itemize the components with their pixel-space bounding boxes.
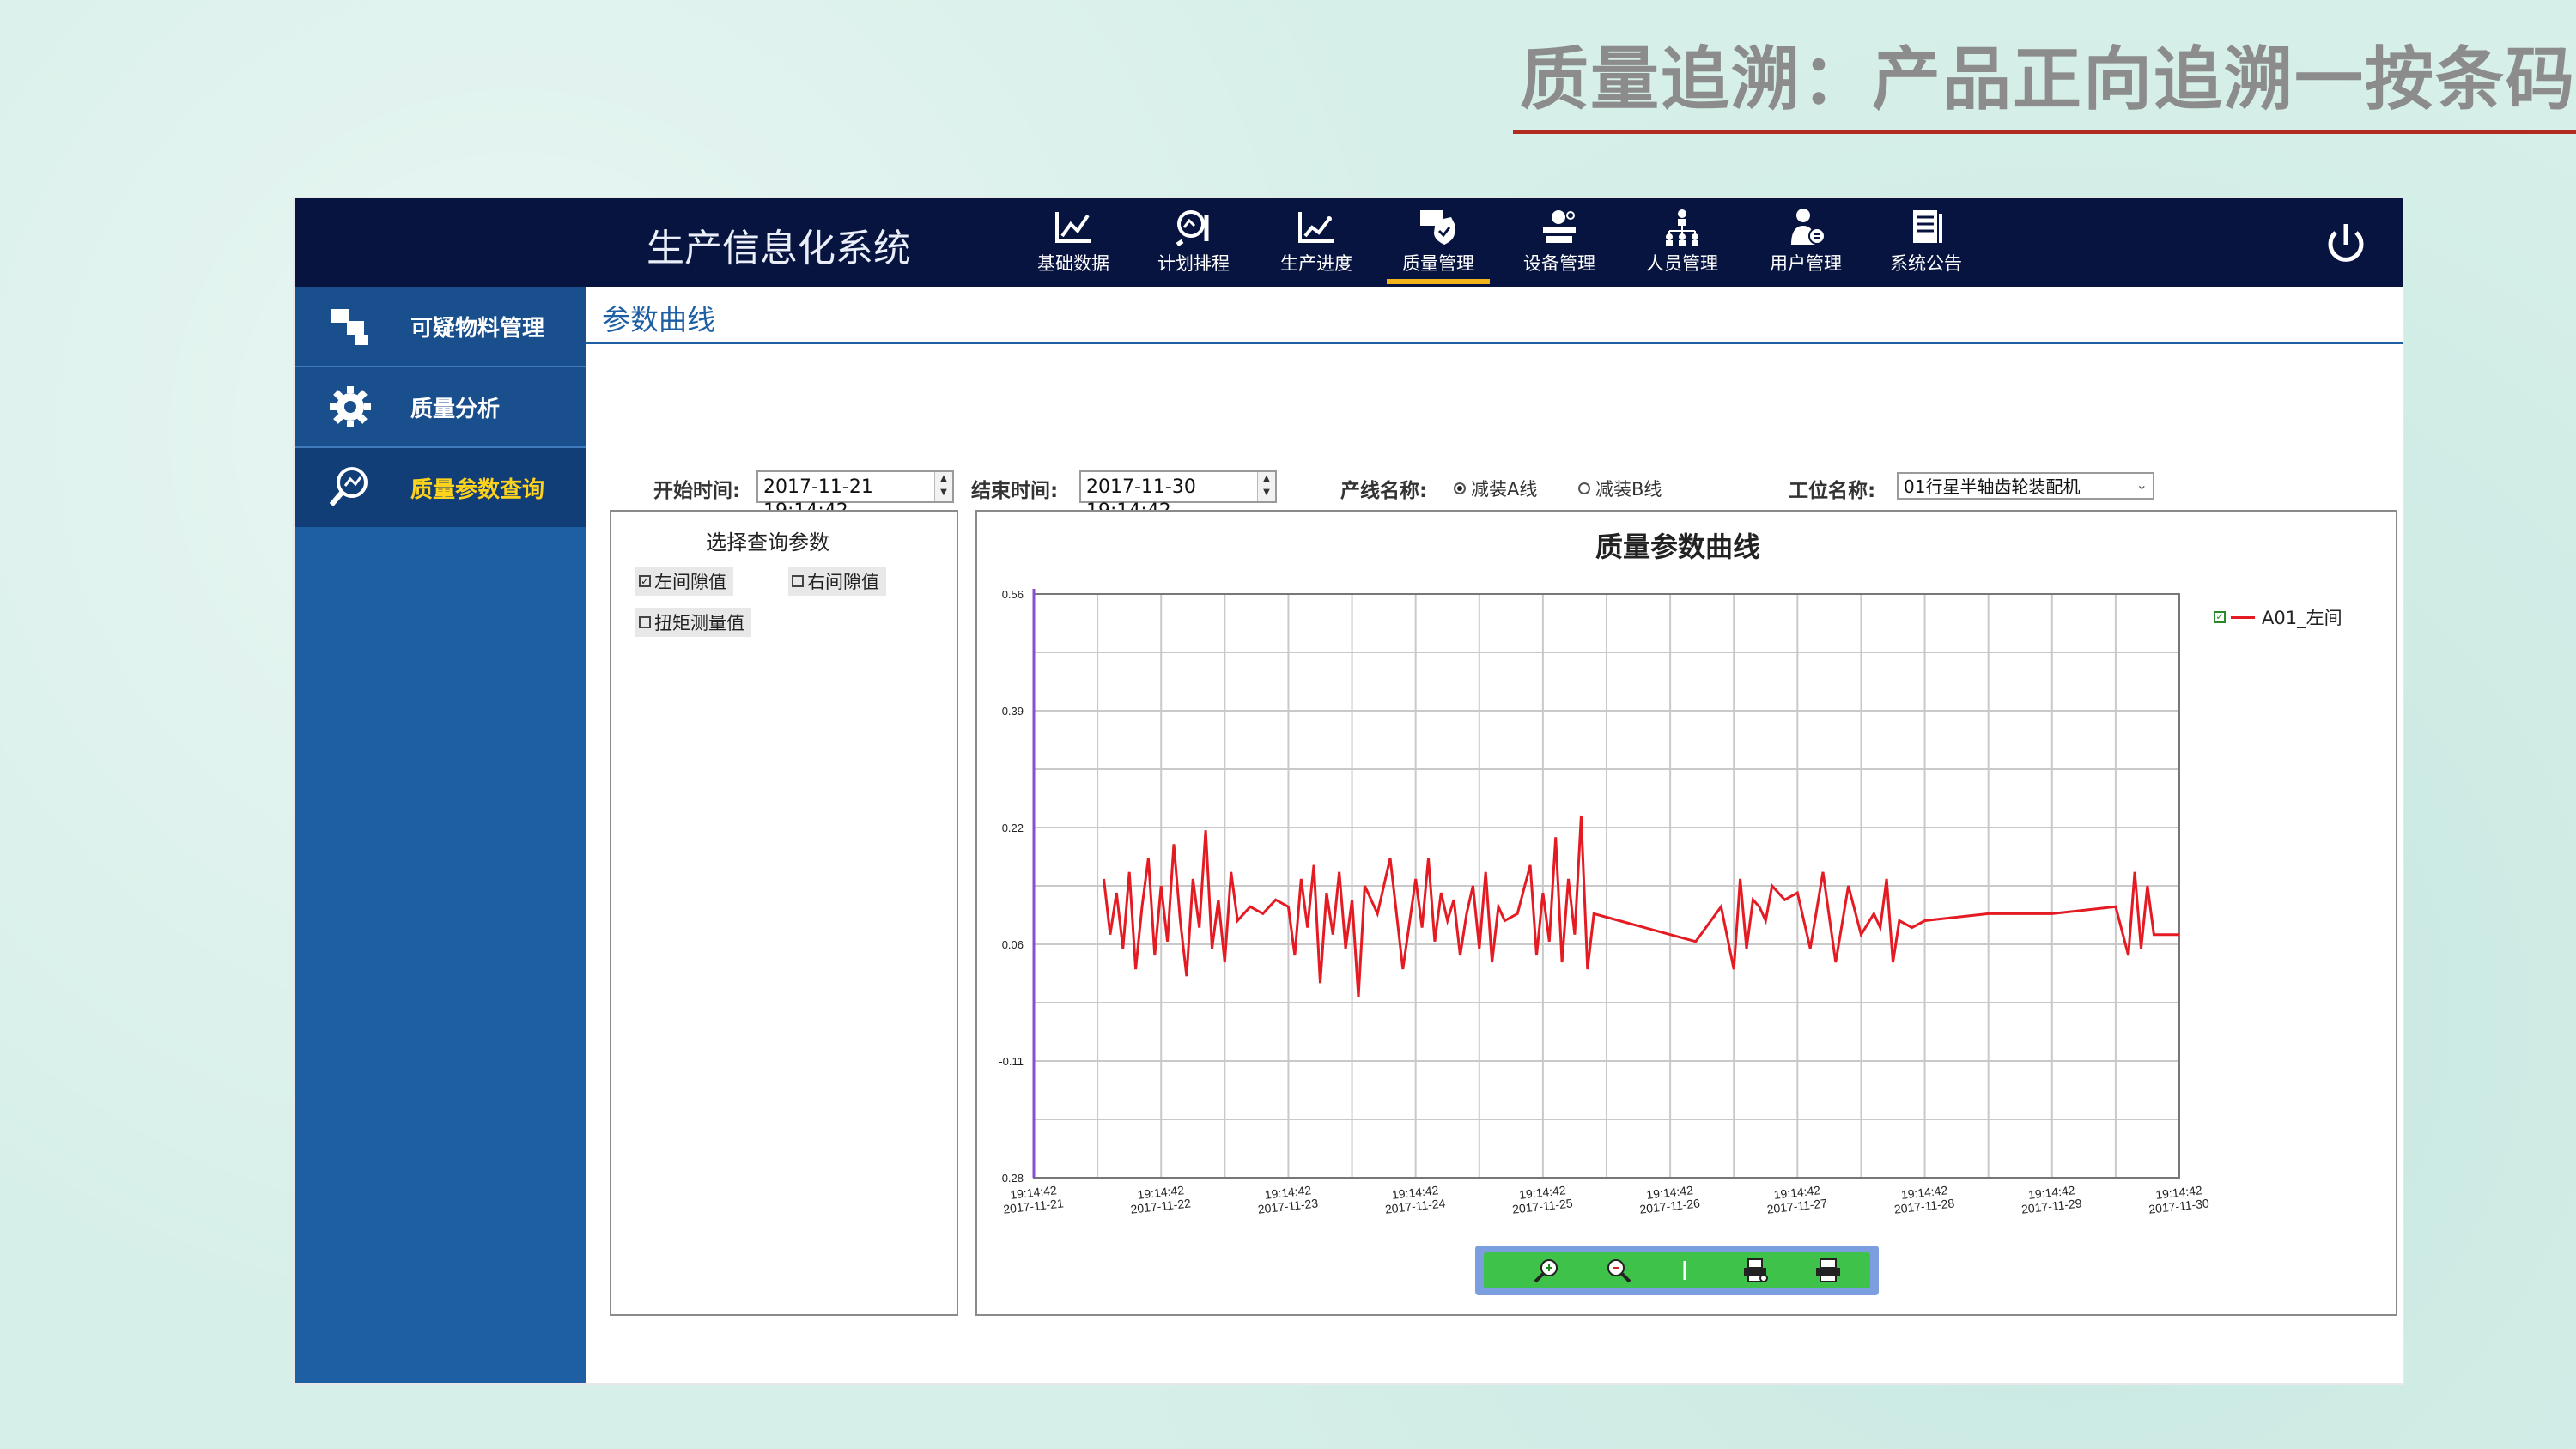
print-icon[interactable] <box>1814 1258 1843 1283</box>
slide-title: 质量追溯：产品正向追溯一按条码 <box>1520 39 2576 119</box>
torque-checkbox[interactable]: 扭矩测量值 <box>635 608 751 637</box>
start-time-label: 开始时间: <box>653 480 741 502</box>
line-name-label: 产线名称: <box>1340 480 1428 502</box>
nav-item-equipment[interactable]: 设备管理 <box>1508 207 1611 284</box>
sidebar-item-quality-analysis[interactable]: 质量分析 <box>295 367 586 446</box>
checkbox-checked: ✓ <box>639 575 651 587</box>
sidebar: 可疑物料管理 质量分析 质量参数查询 <box>295 287 586 1383</box>
line-chart-icon <box>1055 212 1091 243</box>
line-b-label: 减装B线 <box>1595 479 1662 500</box>
user-icon <box>1791 209 1826 245</box>
checkbox-label: 左间隙值 <box>654 572 726 592</box>
checkbox-label: 右间隙值 <box>807 572 879 592</box>
app-window: 生产信息化系统 基础数据 计划排程 生产进度 质量管理 设备管理 人员管理 用户… <box>295 198 2403 1383</box>
quality-line-chart: 0.560.390.220.06-0.11-0.2819:14:422017-1… <box>998 588 2209 1216</box>
start-time-input[interactable]: 2017-11-21 19:14:42 ▲▼ <box>756 470 954 522</box>
nav-label: 基础数据 <box>1037 253 1109 274</box>
progress-chart-icon <box>1298 212 1334 243</box>
radio-indicator <box>1578 482 1590 494</box>
tab-underline <box>586 342 2403 344</box>
y-tick-label: 0.56 <box>1002 588 1024 601</box>
station-select[interactable]: 01行星半轴齿轮装配机 ⌄ <box>1897 472 2154 500</box>
param-selector-title: 选择查询参数 <box>706 530 829 555</box>
chevron-down-icon: ⌄ <box>2136 476 2148 493</box>
line-a-label: 减装A线 <box>1471 479 1538 500</box>
notice-icon <box>1913 210 1942 243</box>
nav-item-basic-data[interactable]: 基础数据 <box>1022 207 1125 284</box>
quality-shield-icon <box>1420 210 1455 245</box>
nav-item-users[interactable]: 用户管理 <box>1754 207 1857 284</box>
app-title: 生产信息化系统 <box>647 227 911 270</box>
end-time-spinner[interactable]: ▲ ▼ <box>1257 472 1275 501</box>
equipment-icon <box>1543 210 1576 243</box>
nav-item-quality[interactable]: 质量管理 <box>1387 207 1490 284</box>
nav-item-planning[interactable]: 计划排程 <box>1142 207 1245 284</box>
top-navigation-bar: 生产信息化系统 基础数据 计划排程 生产进度 质量管理 设备管理 人员管理 用户… <box>295 198 2403 287</box>
chart-toolbar-inner <box>1484 1252 1870 1288</box>
right-gap-checkbox[interactable]: 右间隙值 <box>788 567 886 596</box>
sidebar-item-label: 质量参数查询 <box>410 476 545 503</box>
param-selector-panel: 选择查询参数 ✓ 左间隙值 右间隙值 扭矩测量值 <box>610 510 958 1316</box>
zoom-out-icon[interactable] <box>1604 1258 1633 1283</box>
left-gap-checkbox[interactable]: ✓ 左间隙值 <box>635 567 733 596</box>
legend-label: A01_左间 <box>2262 608 2342 628</box>
start-time-spinner[interactable]: ▲ ▼ <box>934 472 952 501</box>
checkbox-unchecked <box>792 575 804 587</box>
sidebar-item-label: 质量分析 <box>410 396 501 422</box>
tab-parameter-curve[interactable]: 参数曲线 <box>602 297 715 338</box>
chart-panel: 质量参数曲线 0.56 0.39 0.22 0.06 -0.11 -0.28 19:14:4… <box>975 510 2397 1316</box>
chart-toolbar <box>1475 1246 1879 1295</box>
radio-selected-indicator <box>1454 482 1466 494</box>
nav-label: 用户管理 <box>1770 253 1842 274</box>
legend-checkbox: ✓ <box>2214 611 2226 623</box>
nav-item-notices[interactable]: 系统公告 <box>1874 207 1978 284</box>
chart-legend[interactable]: ✓ A01_左间 <box>2214 604 2342 630</box>
nav-item-personnel[interactable]: 人员管理 <box>1631 207 1734 284</box>
zoom-in-icon[interactable] <box>1532 1258 1561 1283</box>
station-name-label: 工位名称: <box>1789 480 1876 502</box>
y-tick-label: 0.22 <box>1002 822 1024 834</box>
checkbox-unchecked <box>639 616 651 628</box>
gear-icon <box>330 386 371 427</box>
main-content: 参数曲线 开始时间: 2017-11-21 19:14:42 ▲▼ 结束时间: … <box>586 287 2403 1383</box>
station-value: 01行星半轴齿轮装配机 <box>1904 476 2081 497</box>
y-tick-label: 0.39 <box>1002 705 1024 718</box>
boxes-icon <box>331 309 368 345</box>
line-b-radio[interactable]: 减装B线 <box>1578 476 1662 501</box>
nav-label: 计划排程 <box>1157 253 1230 274</box>
sidebar-item-suspect-material[interactable]: 可疑物料管理 <box>295 287 586 366</box>
sidebar-item-label: 可疑物料管理 <box>410 315 545 342</box>
y-tick-label: -0.11 <box>999 1055 1024 1068</box>
series-line-A01_左间 <box>1103 815 2179 997</box>
toolbar-separator-icon <box>1683 1261 1686 1280</box>
line-a-radio[interactable]: 减装A线 <box>1454 476 1537 501</box>
nav-label: 质量管理 <box>1402 253 1474 274</box>
print-preview-icon[interactable] <box>1741 1258 1771 1283</box>
people-icon <box>1666 209 1698 246</box>
sidebar-item-quality-params[interactable]: 质量参数查询 <box>295 448 586 527</box>
end-time-label: 结束时间: <box>971 480 1059 502</box>
magnifier-chart-icon <box>329 467 368 506</box>
nav-label: 人员管理 <box>1646 253 1718 274</box>
power-icon[interactable] <box>2320 219 2372 270</box>
nav-label: 生产进度 <box>1280 253 1352 274</box>
y-tick-label: 0.06 <box>1002 938 1024 951</box>
nav-label: 设备管理 <box>1523 253 1595 274</box>
end-time-input[interactable]: 2017-11-30 19:14:42 ▲▼ <box>1079 470 1277 522</box>
y-tick-label: -0.28 <box>998 1172 1024 1185</box>
checkbox-label: 扭矩测量值 <box>654 613 744 634</box>
title-underline <box>1513 130 2576 134</box>
legend-line-swatch <box>2231 615 2255 619</box>
search-chart-icon <box>1176 210 1209 246</box>
nav-label: 系统公告 <box>1890 253 1962 274</box>
nav-item-progress[interactable]: 生产进度 <box>1265 207 1368 284</box>
